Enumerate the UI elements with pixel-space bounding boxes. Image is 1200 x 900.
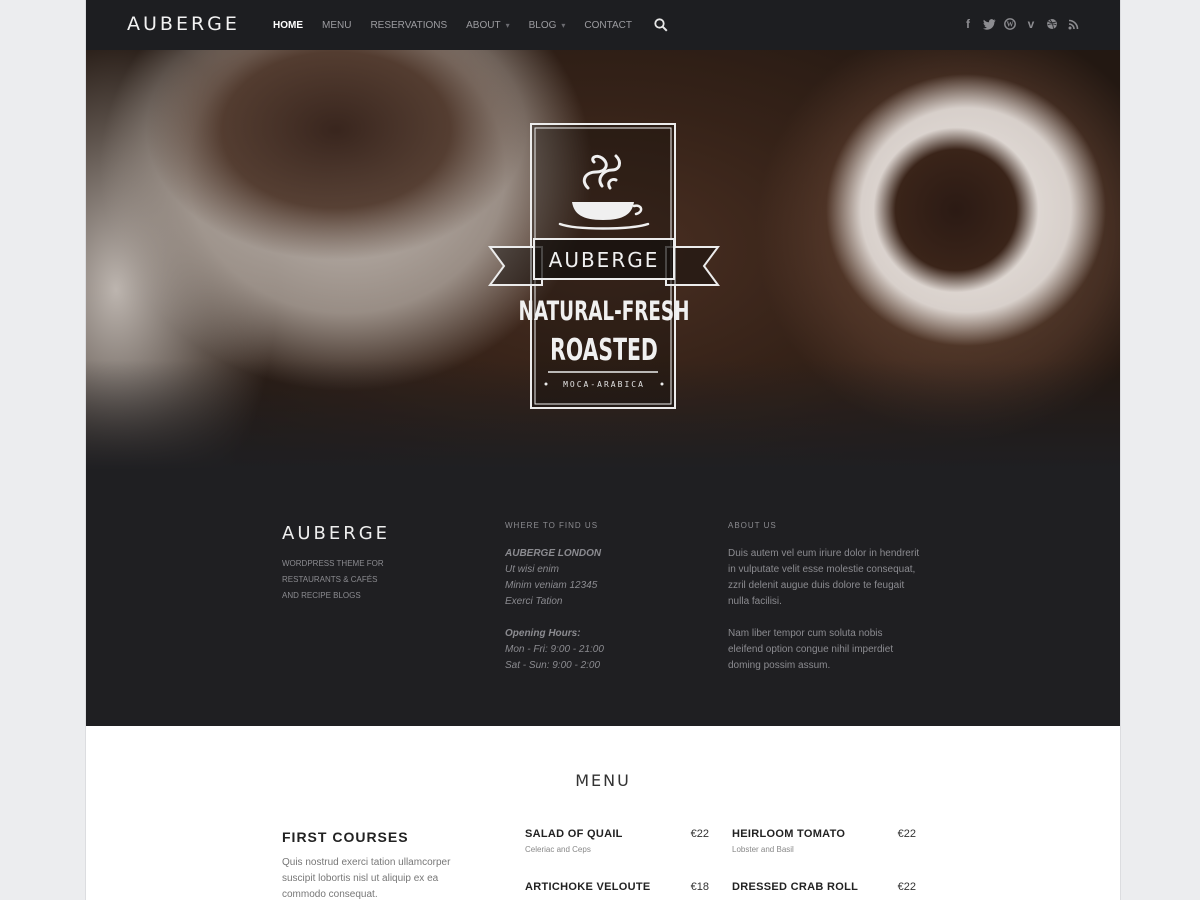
menu-section: MENU FIRST COURSES Quis nostrud exerci t…	[86, 726, 1120, 900]
brand-tagline: WORDPRESS THEME FOR RESTAURANTS & CAFÉS …	[282, 556, 402, 604]
dish-name: SALAD OF QUAIL	[525, 828, 623, 840]
facebook-icon[interactable]: f	[961, 17, 975, 31]
dish-price: €18	[690, 881, 709, 893]
tagline-line: AND RECIPE BLOGS	[282, 591, 361, 600]
about-us: ABOUT US Duis autem vel eum iriure dolor…	[728, 521, 919, 674]
top-navigation-bar: AUBERGE HOME MENU RESERVATIONS ABOUT ▾ BL…	[86, 0, 1120, 50]
dish-name: DRESSED CRAB ROLL	[732, 881, 859, 893]
dribbble-icon[interactable]	[1045, 17, 1059, 31]
nav-label: ABOUT	[466, 19, 501, 31]
wordpress-icon[interactable]: W	[1003, 17, 1017, 31]
rss-icon[interactable]	[1066, 17, 1080, 31]
badge-line-2: ROASTED	[550, 333, 658, 368]
dish-description: Celeriac and Ceps	[525, 845, 591, 854]
about-text-line: Nam liber tempor cum soluta nobis	[728, 628, 883, 639]
menu-item[interactable]: SALAD OF QUAIL €22 Celeriac and Ceps	[525, 828, 709, 854]
nav-label: HOME	[273, 19, 303, 31]
nav-item-home[interactable]: HOME	[273, 20, 303, 31]
menu-title: MENU	[575, 771, 631, 790]
dish-description: Lobster and Basil	[732, 845, 794, 854]
first-courses-description: Quis nostrud exerci tation ullamcorper s…	[282, 855, 472, 900]
address-line: Exerci Tation	[505, 596, 563, 607]
hero-banner: AUBERGE NATURAL-FRESH ROASTED MOCA-ARABI…	[86, 50, 1120, 470]
svg-text:W: W	[1007, 21, 1014, 29]
twitter-icon[interactable]	[982, 17, 996, 31]
hours-line: Mon - Fri: 9:00 - 21:00	[505, 644, 604, 655]
about-text-line: nulla facilisi.	[728, 596, 782, 607]
where-heading: WHERE TO FIND US	[505, 521, 599, 530]
hours-line: Sat - Sun: 9:00 - 2:00	[505, 660, 601, 671]
nav-label: CONTACT	[584, 19, 633, 31]
address-line: Ut wisi enim	[505, 564, 559, 575]
site-frame: AUBERGE HOME MENU RESERVATIONS ABOUT ▾ BL…	[86, 0, 1120, 900]
vimeo-icon[interactable]: v	[1024, 17, 1038, 31]
main-nav: HOME MENU RESERVATIONS ABOUT ▾ BLOG ▾ CONT…	[273, 0, 668, 50]
badge-brand: AUBERGE	[549, 248, 660, 272]
dish-name: ARTICHOKE VELOUTE	[525, 881, 651, 893]
nav-item-blog[interactable]: BLOG ▾	[529, 20, 566, 31]
coffee-badge-logo: AUBERGE NATURAL-FRESH ROASTED MOCA-ARABI…	[488, 123, 720, 409]
hours-heading: Opening Hours:	[505, 628, 581, 639]
nav-label: MENU	[322, 19, 352, 31]
nav-label: BLOG	[528, 19, 557, 31]
menu-item[interactable]: DRESSED CRAB ROLL €22	[732, 881, 916, 893]
nav-item-about[interactable]: ABOUT ▾	[466, 20, 509, 31]
nav-item-reservations[interactable]: RESERVATIONS	[370, 20, 447, 31]
dropdown-caret-icon: ▾	[561, 20, 566, 30]
tagline-line: WORDPRESS THEME FOR	[282, 559, 384, 568]
dropdown-caret-icon: ▾	[505, 20, 510, 30]
footer-brand-title: AUBERGE	[282, 523, 391, 544]
about-text-line: in vulputate velit esse molestie consequ…	[728, 564, 916, 575]
tagline-line: RESTAURANTS & CAFÉS	[282, 575, 378, 584]
about-text-line: eleifend option congue nihil imperdiet	[728, 644, 894, 655]
badge-line-1: NATURAL-FRESH	[519, 297, 690, 327]
social-links: f W v	[954, 17, 1080, 31]
address-line: Minim veniam 12345	[505, 580, 598, 591]
description-line: Quis nostrud exerci tation ullamcorper	[282, 857, 451, 868]
about-text-line: doming possim assum.	[728, 660, 831, 671]
about-heading: ABOUT US	[728, 521, 777, 530]
nav-label: RESERVATIONS	[370, 19, 448, 31]
nav-item-menu[interactable]: MENU	[322, 20, 351, 31]
dish-price: €22	[897, 881, 916, 893]
dish-name: HEIRLOOM TOMATO	[732, 828, 846, 840]
description-line: suscipit lobortis nisl ut aliquip ex ea	[282, 873, 439, 884]
menu-item[interactable]: HEIRLOOM TOMATO €22 Lobster and Basil	[732, 828, 916, 854]
search-icon[interactable]	[654, 18, 668, 32]
about-text-line: zzril delenit augue duis dolore te feuga…	[728, 580, 905, 591]
info-section: AUBERGE WORDPRESS THEME FOR RESTAURANTS …	[86, 470, 1120, 726]
description-line: commodo consequat.	[282, 889, 378, 900]
site-logo[interactable]: AUBERGE	[127, 13, 240, 35]
dish-price: €22	[690, 828, 709, 840]
address-name: AUBERGE LONDON	[505, 548, 602, 559]
first-courses-title: FIRST COURSES	[282, 829, 409, 845]
menu-item[interactable]: ARTICHOKE VELOUTE €18	[525, 881, 709, 893]
dish-price: €22	[897, 828, 916, 840]
where-to-find-us: WHERE TO FIND US AUBERGE LONDON Ut wisi …	[505, 521, 604, 674]
nav-item-contact[interactable]: CONTACT	[584, 20, 632, 31]
badge-small-caption: MOCA-ARABICA	[563, 380, 645, 389]
about-text-line: Duis autem vel eum iriure dolor in hendr…	[728, 548, 920, 559]
